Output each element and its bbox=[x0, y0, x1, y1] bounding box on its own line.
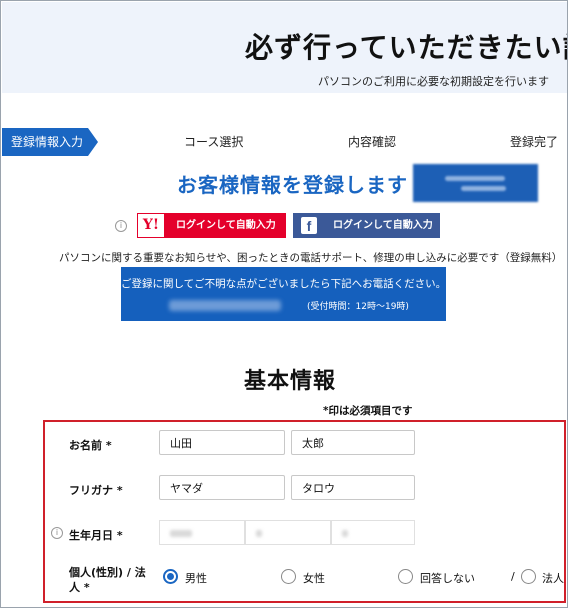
app-frame: 必ず行っていただきたい設 パソコンのご利用に必要な初期設定を行います 登録情報入… bbox=[0, 0, 568, 608]
dob-info-icon[interactable]: i bbox=[51, 527, 63, 539]
gender-label-line1: 個人(性別) / 法 bbox=[69, 566, 146, 579]
facebook-login-button[interactable]: f ログインして自動入力 bbox=[293, 213, 440, 238]
step-confirm: 内容確認 bbox=[348, 135, 397, 149]
contact-hours: (受付時間：12時〜19時) bbox=[307, 302, 409, 312]
page-header: 必ず行っていただきたい設 パソコンのご利用に必要な初期設定を行います bbox=[2, 2, 568, 93]
basic-info-title: 基本情報 bbox=[244, 369, 337, 394]
yahoo-login-label: ログインして自動入力 bbox=[176, 220, 276, 231]
facebook-login-label: ログインして自動入力 bbox=[333, 220, 433, 231]
dob-label: 生年月日 * bbox=[69, 529, 123, 542]
yahoo-logo-icon: Y! bbox=[138, 214, 164, 237]
step-complete: 登録完了 bbox=[510, 135, 559, 149]
gender-male-radio[interactable] bbox=[163, 569, 178, 584]
dob-day-input[interactable] bbox=[331, 520, 415, 545]
progress-steps: 登録情報入力 コース選択 内容確認 登録完了 bbox=[2, 128, 567, 156]
gender-no-answer-label: 回答しない bbox=[420, 572, 475, 585]
blurred-phone-number bbox=[169, 300, 281, 311]
blurred-badge-image bbox=[413, 164, 538, 202]
registration-title: お客様情報を登録します bbox=[177, 173, 408, 197]
dob-month-input[interactable] bbox=[245, 520, 331, 545]
required-note: *印は必須項目です bbox=[323, 405, 413, 417]
name-label: お名前 * bbox=[69, 439, 112, 452]
corporation-radio[interactable] bbox=[521, 569, 536, 584]
gender-separator: / bbox=[511, 570, 515, 583]
step-course-select: コース選択 bbox=[184, 135, 244, 149]
step-registration-input: 登録情報入力 bbox=[2, 128, 98, 156]
gender-male-label: 男性 bbox=[185, 572, 207, 585]
first-kana-input[interactable] bbox=[291, 475, 415, 500]
gender-female-label: 女性 bbox=[303, 572, 325, 585]
first-name-input[interactable] bbox=[291, 430, 415, 455]
gender-label-line2: 人 * bbox=[69, 581, 90, 594]
last-kana-input[interactable] bbox=[159, 475, 285, 500]
facebook-logo-icon: f bbox=[301, 217, 317, 234]
gender-no-answer-radio[interactable] bbox=[398, 569, 413, 584]
info-icon[interactable]: i bbox=[115, 220, 127, 232]
contact-message: ご登録に関してご不明な点がございましたら下記へお電話ください。 bbox=[121, 278, 447, 290]
registration-notice: パソコンに関する重要なお知らせや、困ったときの電話サポート、修理の申し込みに必要… bbox=[59, 252, 563, 264]
yahoo-login-button[interactable]: Y! ログインして自動入力 bbox=[137, 213, 286, 238]
furigana-label: フリガナ * bbox=[69, 484, 123, 497]
page-subtitle: パソコンのご利用に必要な初期設定を行います bbox=[318, 75, 549, 88]
gender-female-radio[interactable] bbox=[281, 569, 296, 584]
last-name-input[interactable] bbox=[159, 430, 285, 455]
dob-year-input[interactable] bbox=[159, 520, 245, 545]
corporation-label: 法人 bbox=[542, 572, 564, 585]
contact-box: ご登録に関してご不明な点がございましたら下記へお電話ください。 (受付時間：12… bbox=[121, 267, 446, 321]
page-title: 必ず行っていただきたい設 bbox=[245, 31, 568, 64]
